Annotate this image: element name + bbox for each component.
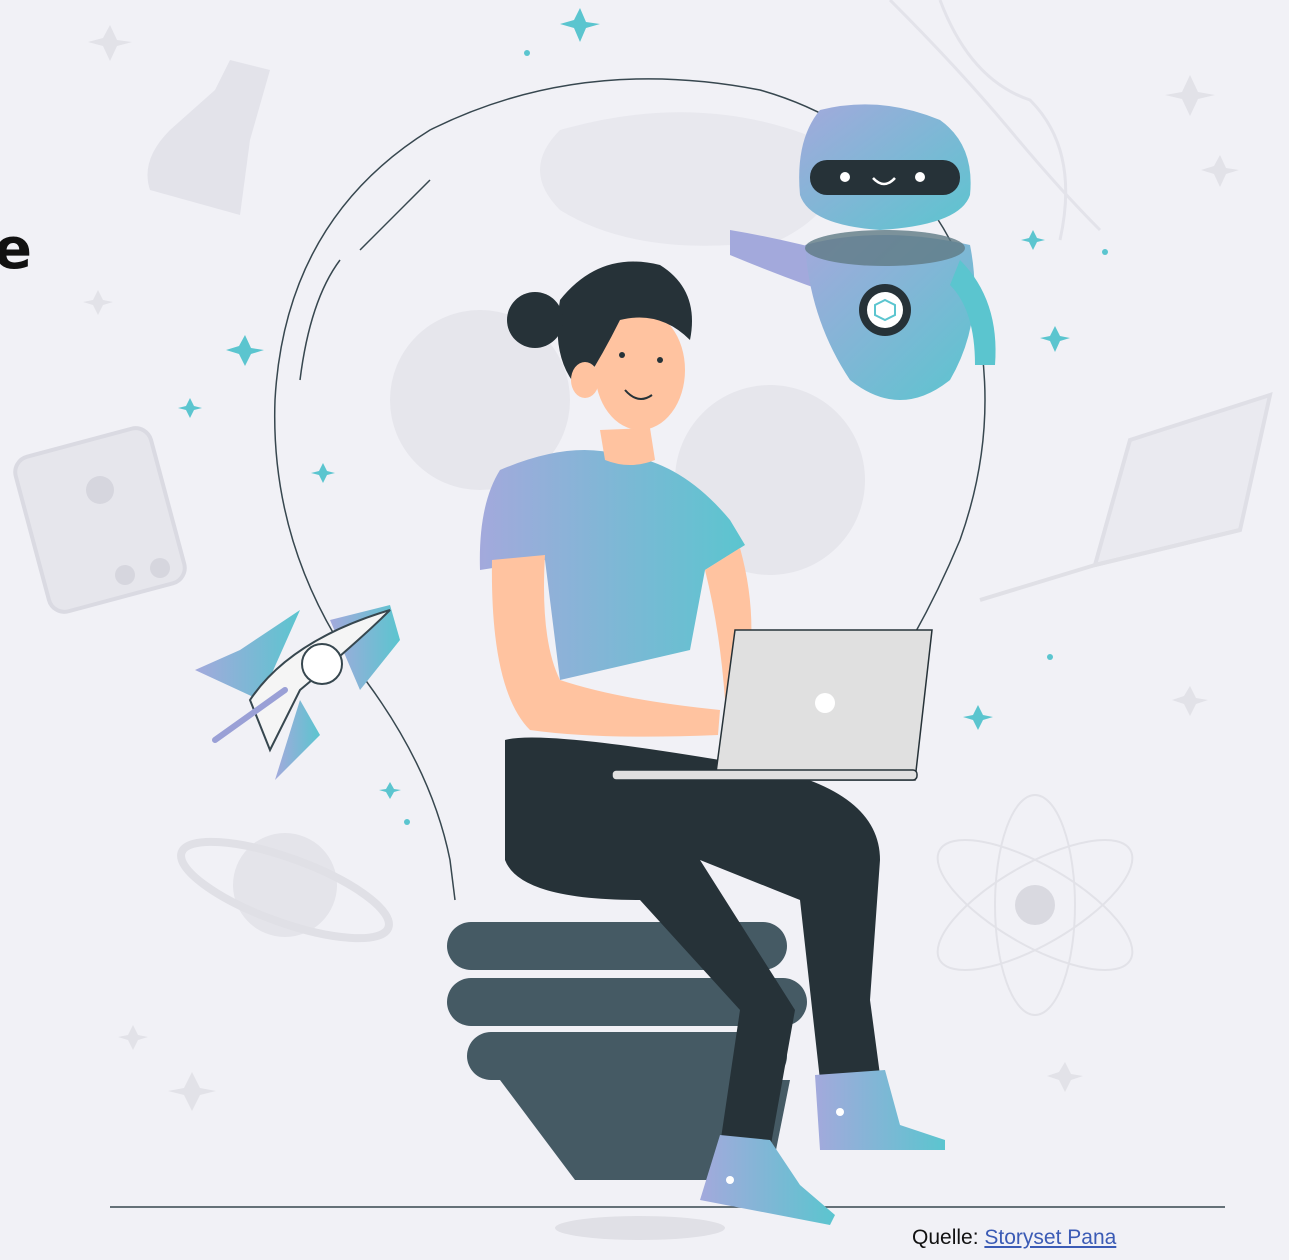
- laptop-background-icon: [979, 392, 1273, 602]
- illustration-stage: e Quelle: Storyset Pana: [0, 0, 1289, 1260]
- source-credit: Quelle: Storyset Pana: [912, 1226, 1116, 1250]
- hero-illustration: [13, 0, 1273, 1240]
- rocket-icon: [195, 605, 400, 780]
- flask-icon: [147, 60, 270, 215]
- planet-icon: [177, 833, 393, 943]
- storyset-link[interactable]: Storyset Pana: [984, 1226, 1116, 1249]
- phone-icon: [13, 426, 187, 614]
- heading-fragment: e: [0, 217, 32, 282]
- credit-label: Quelle:: [912, 1226, 979, 1249]
- background-blob: [540, 112, 834, 246]
- atom-icon: [936, 794, 1134, 1016]
